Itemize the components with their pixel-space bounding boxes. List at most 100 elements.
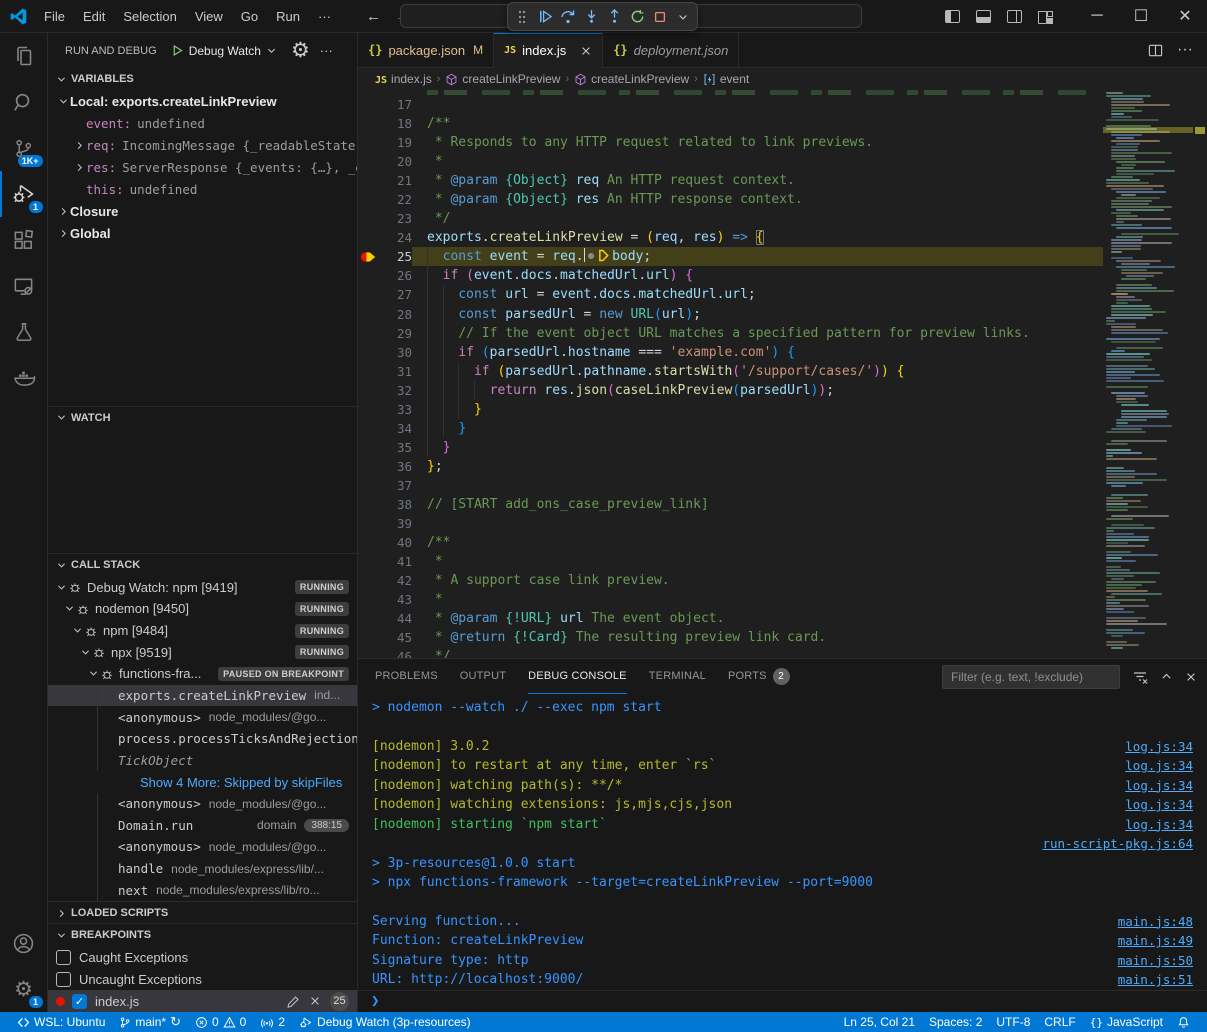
- debug-settings-gear-icon[interactable]: ⚙: [291, 40, 310, 61]
- panel-tab-debug-console[interactable]: DEBUG CONSOLE: [528, 659, 627, 694]
- maximize-panel-icon[interactable]: [1160, 670, 1173, 683]
- section-call-stack[interactable]: CALL STACK: [48, 554, 357, 576]
- breakpoint-gutter[interactable]: [358, 190, 376, 209]
- code-line-30[interactable]: 30 if (parsedUrl.hostname === 'example.c…: [358, 343, 1103, 362]
- code-line-22[interactable]: 22 * @param {Object} res An HTTP respons…: [358, 190, 1103, 209]
- status-item-indentation[interactable]: Spaces: 2: [922, 1012, 989, 1032]
- breakpoint-gutter[interactable]: [358, 305, 376, 324]
- variable-row[interactable]: req:IncomingMessage {_readableState:…: [48, 134, 357, 156]
- close-panel-icon[interactable]: [1185, 671, 1197, 683]
- line-number[interactable]: 26: [376, 266, 412, 285]
- source-link[interactable]: main.js:48: [1118, 912, 1193, 932]
- section-watch[interactable]: WATCH: [48, 407, 357, 429]
- code-line-29[interactable]: 29 // If the event object URL matches a …: [358, 324, 1103, 343]
- code-line-18[interactable]: 18/**: [358, 114, 1103, 133]
- gripper-icon[interactable]: [512, 6, 532, 28]
- activity-bar-item-testing[interactable]: [0, 309, 48, 355]
- code-line-42[interactable]: 42 * A support case link preview.: [358, 571, 1103, 590]
- breakpoint-gutter[interactable]: [358, 571, 376, 590]
- menu-item-edit[interactable]: Edit: [74, 9, 114, 24]
- code-line-20[interactable]: 20 *: [358, 152, 1103, 171]
- stop-icon[interactable]: [650, 6, 670, 28]
- breadcrumb-item-event[interactable]: event: [703, 72, 749, 86]
- close-tab-icon[interactable]: [580, 45, 592, 57]
- code-editor[interactable]: 1718/**19 * Responds to any HTTP request…: [358, 90, 1207, 658]
- code-line-31[interactable]: 31 if (parsedUrl.pathname.startsWith('/s…: [358, 362, 1103, 381]
- code-line-45[interactable]: 45 * @return {!Card} The resulting previ…: [358, 628, 1103, 647]
- breakpoint-gutter[interactable]: [358, 285, 376, 304]
- panel-tab-output[interactable]: OUTPUT: [460, 659, 506, 694]
- call-stack-session[interactable]: Debug Watch: npm [9419]RUNNING: [48, 576, 357, 598]
- source-link[interactable]: log.js:34: [1125, 776, 1193, 796]
- code-line-43[interactable]: 43 *: [358, 590, 1103, 609]
- code-line-46[interactable]: 46 */: [358, 647, 1103, 658]
- breakpoint-checkbox[interactable]: [56, 950, 71, 965]
- filter-icon[interactable]: [1132, 669, 1148, 685]
- breakpoint-gutter[interactable]: [358, 95, 376, 114]
- twisty-icon[interactable]: [86, 668, 100, 679]
- panel-tab-terminal[interactable]: TERMINAL: [649, 659, 706, 694]
- line-number[interactable]: 28: [376, 305, 412, 324]
- breakpoint-gutter[interactable]: [358, 495, 376, 514]
- breakpoint-gutter[interactable]: [358, 324, 376, 343]
- code-line-44[interactable]: 44 * @param {!URL} url The event object.: [358, 609, 1103, 628]
- line-number[interactable]: 37: [376, 476, 412, 495]
- customize-layout-icon[interactable]: [1038, 10, 1053, 23]
- debug-config-dropdown[interactable]: Debug Watch: [167, 42, 281, 60]
- breakpoint-row[interactable]: Caught Exceptions: [48, 946, 357, 968]
- call-stack-frame[interactable]: nextnode_modules/express/lib/ro...: [48, 879, 357, 901]
- breakpoint-gutter[interactable]: [358, 400, 376, 419]
- source-link[interactable]: log.js:34: [1125, 737, 1193, 757]
- breakpoint-gutter[interactable]: [358, 152, 376, 171]
- continue-icon[interactable]: [535, 6, 555, 28]
- code-line-36[interactable]: 36};: [358, 457, 1103, 476]
- breakpoint-gutter[interactable]: [358, 247, 376, 266]
- line-number[interactable]: 39: [376, 514, 412, 533]
- menu-item-selection[interactable]: Selection: [114, 9, 185, 24]
- code-line-26[interactable]: 26 if (event.docs.matchedUrl.url) {: [358, 266, 1103, 285]
- twisty-icon[interactable]: [70, 625, 84, 636]
- breakpoint-gutter[interactable]: [358, 362, 376, 381]
- activity-bar-item-explorer[interactable]: [0, 33, 48, 79]
- menu-item-run[interactable]: Run: [267, 9, 309, 24]
- line-number[interactable]: 23: [376, 209, 412, 228]
- line-number[interactable]: 25: [376, 247, 412, 266]
- breakpoint-row[interactable]: ✓index.js25: [48, 990, 357, 1012]
- line-number[interactable]: 27: [376, 285, 412, 304]
- source-link[interactable]: log.js:34: [1125, 815, 1193, 835]
- call-stack-session[interactable]: functions-fra...PAUSED ON BREAKPOINT: [48, 663, 357, 685]
- breakpoint-gutter[interactable]: [358, 114, 376, 133]
- source-link[interactable]: log.js:34: [1125, 795, 1193, 815]
- breakpoint-row[interactable]: Uncaught Exceptions: [48, 968, 357, 990]
- line-number[interactable]: 36: [376, 457, 412, 476]
- code-line-19[interactable]: 19 * Responds to any HTTP request relate…: [358, 133, 1103, 152]
- variable-row[interactable]: Global: [48, 222, 357, 244]
- split-editor-icon[interactable]: [1148, 43, 1163, 58]
- line-number[interactable]: 45: [376, 628, 412, 647]
- line-number[interactable]: 43: [376, 590, 412, 609]
- breakpoint-gutter[interactable]: [358, 419, 376, 438]
- breakpoint-gutter[interactable]: [358, 647, 376, 658]
- twisty-icon[interactable]: [78, 647, 92, 658]
- status-item-remote-indicator[interactable]: WSL: Ubuntu: [10, 1012, 112, 1032]
- code-line-21[interactable]: 21 * @param {Object} req An HTTP request…: [358, 171, 1103, 190]
- status-item-debug-session[interactable]: Debug Watch (3p-resources): [292, 1012, 478, 1032]
- restart-icon[interactable]: [627, 6, 647, 28]
- minimap[interactable]: [1103, 90, 1193, 658]
- breakpoint-gutter[interactable]: [358, 628, 376, 647]
- status-item-forwarded-ports[interactable]: 2: [253, 1012, 292, 1032]
- section-breakpoints[interactable]: BREAKPOINTS: [48, 924, 357, 946]
- code-line-32[interactable]: 32 return res.json(caseLinkPreview(parse…: [358, 381, 1103, 400]
- section-variables[interactable]: VARIABLES: [48, 68, 357, 90]
- source-link[interactable]: main.js:49: [1118, 931, 1193, 951]
- line-number[interactable]: 29: [376, 324, 412, 343]
- status-item-git-branch[interactable]: main*↻: [112, 1012, 188, 1032]
- code-line-34[interactable]: 34 }: [358, 419, 1103, 438]
- line-number[interactable]: 31: [376, 362, 412, 381]
- line-number[interactable]: 32: [376, 381, 412, 400]
- breakpoint-gutter[interactable]: [358, 228, 376, 247]
- status-item-language-mode[interactable]: {}JavaScript: [1083, 1012, 1170, 1032]
- activity-bar-item-search[interactable]: [0, 79, 48, 125]
- breakpoint-gutter[interactable]: [358, 171, 376, 190]
- breadcrumb-item-index-js[interactable]: JSindex.js: [375, 72, 432, 86]
